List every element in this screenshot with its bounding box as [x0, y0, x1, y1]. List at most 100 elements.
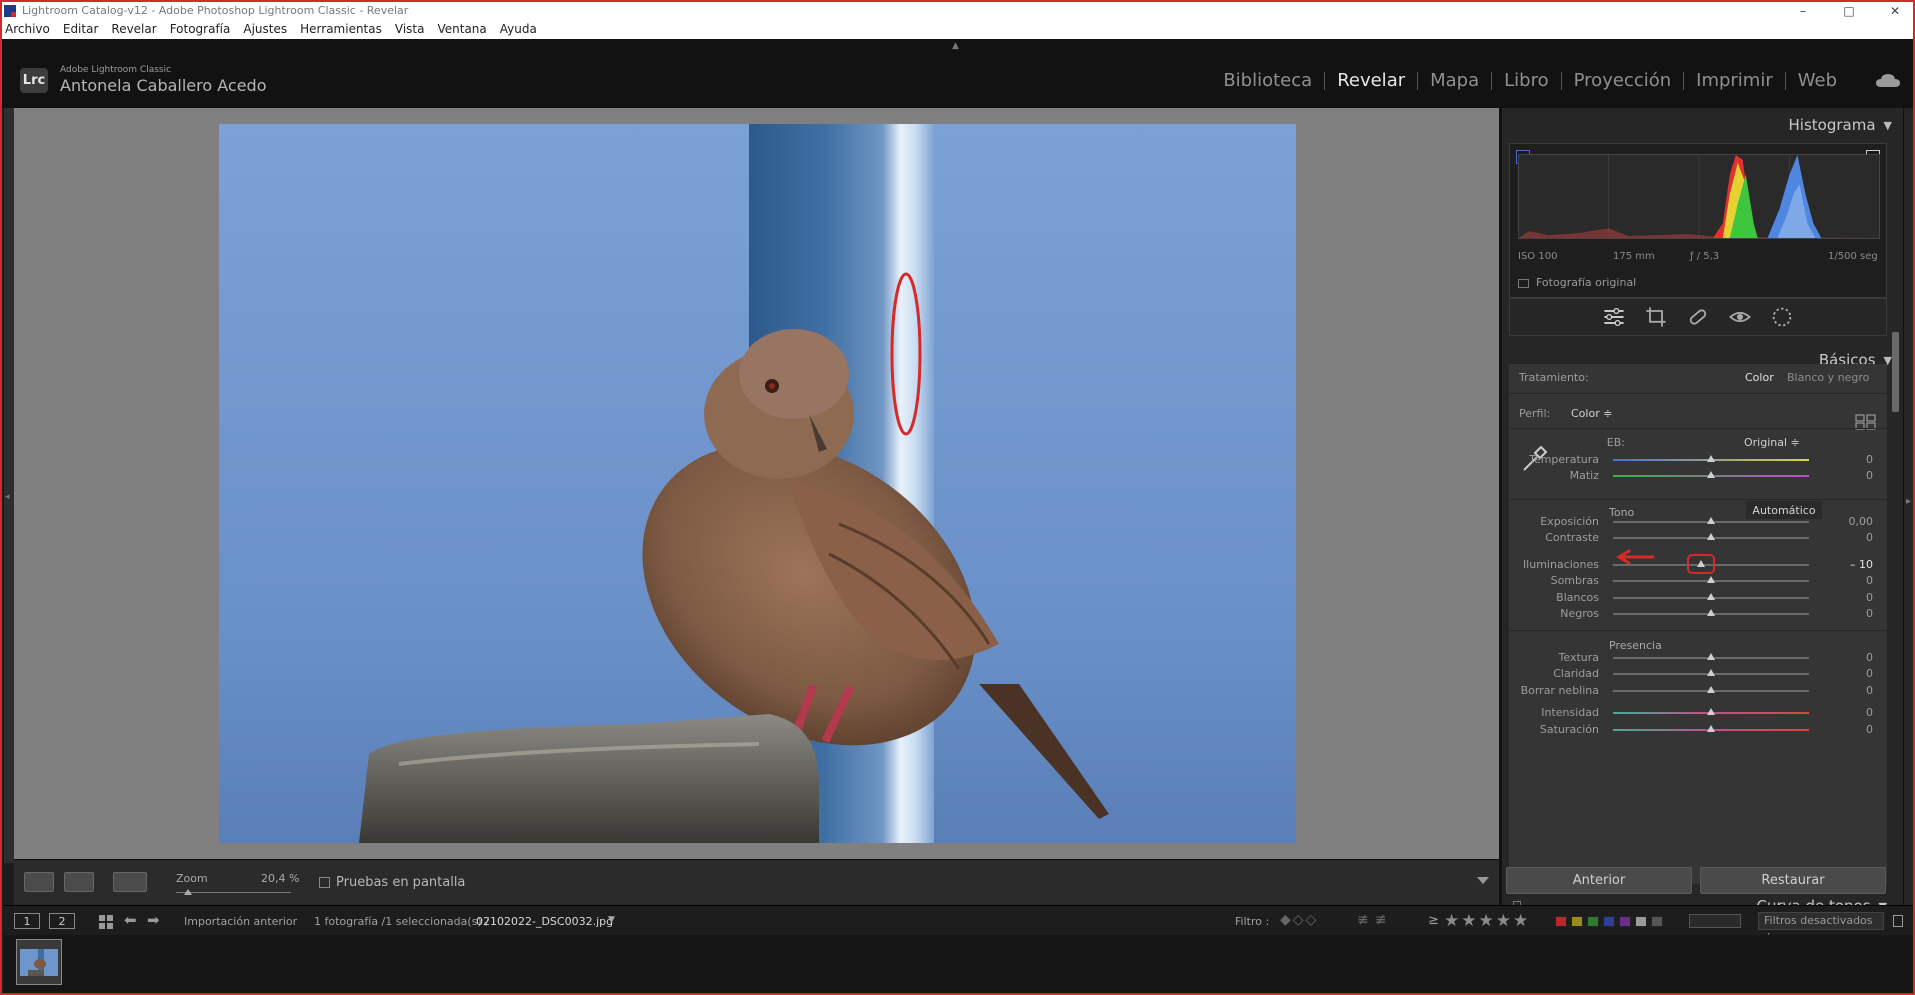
slider-value[interactable]: 0 [1833, 651, 1873, 664]
slider-value[interactable]: 0 [1833, 574, 1873, 587]
left-panel-collapsed[interactable] [4, 108, 14, 863]
source-label[interactable]: Importación anterior [184, 915, 297, 928]
profile-dropdown[interactable]: Color ≑ [1571, 407, 1612, 420]
maximize-button[interactable]: □ [1841, 4, 1857, 18]
module-revelar[interactable]: Revelar [1325, 72, 1419, 90]
slider-thumb[interactable] [1707, 576, 1715, 583]
close-button[interactable]: ✕ [1887, 4, 1903, 18]
label-yellow-swatch[interactable] [1571, 916, 1583, 927]
secondary-display-button[interactable]: 2 [49, 913, 75, 929]
grid-view-icon[interactable] [99, 915, 113, 929]
slider-thumb[interactable] [1707, 686, 1715, 693]
image-view[interactable] [14, 108, 1499, 859]
minimize-button[interactable]: – [1795, 4, 1811, 18]
slider-thumb[interactable] [1707, 593, 1715, 600]
collapse-right-panel-icon[interactable]: ▸ [1906, 496, 1911, 507]
slider-thumb[interactable] [1707, 455, 1715, 462]
slider-thumb[interactable] [1707, 517, 1715, 524]
filename-dropdown-icon[interactable]: ▼ [608, 915, 615, 925]
slider-value[interactable]: 0 [1833, 607, 1873, 620]
slider-value[interactable]: 0 [1833, 453, 1873, 466]
forward-arrow-icon[interactable]: ➡ [147, 911, 160, 929]
expand-left-panel-icon[interactable]: ◂ [5, 492, 10, 502]
lock-icon[interactable] [1893, 915, 1903, 927]
zoom-slider[interactable] [176, 892, 291, 893]
module-proyeccion[interactable]: Proyección [1562, 72, 1685, 90]
slider-thumb[interactable] [1707, 653, 1715, 660]
module-imprimir[interactable]: Imprimir [1684, 72, 1786, 90]
menu-revelar[interactable]: Revelar [111, 22, 156, 36]
filter-presets-dropdown[interactable]: Filtros desactivados ≑ [1758, 912, 1884, 943]
healing-icon[interactable] [1686, 306, 1710, 328]
slider-value[interactable]: 0,00 [1833, 515, 1874, 528]
primary-display-button[interactable]: 1 [14, 913, 40, 929]
label-red-swatch[interactable] [1555, 916, 1567, 927]
crop-icon[interactable] [1644, 306, 1668, 328]
label-green-swatch[interactable] [1587, 916, 1599, 927]
label-blue-swatch[interactable] [1603, 916, 1615, 927]
module-web[interactable]: Web [1786, 72, 1849, 90]
slider-value[interactable]: – 10 [1833, 558, 1873, 571]
module-mapa[interactable]: Mapa [1418, 72, 1493, 90]
previous-button[interactable]: Anterior [1506, 867, 1692, 894]
label-none-swatch[interactable] [1651, 916, 1663, 927]
slider-thumb[interactable] [1707, 708, 1715, 715]
slider-value[interactable]: 0 [1833, 591, 1873, 604]
slider-thumb[interactable] [1707, 471, 1715, 478]
soft-proof-checkbox[interactable] [319, 877, 330, 888]
menu-vista[interactable]: Vista [395, 22, 425, 36]
slider-thumb[interactable] [1707, 609, 1715, 616]
wb-dropdown[interactable]: Original ≑ [1744, 436, 1800, 449]
histogram-graph[interactable] [1518, 154, 1880, 239]
treatment-bw[interactable]: Blanco y negro [1787, 371, 1869, 384]
histogram-title: Histograma [1788, 116, 1876, 134]
zoom-slider-thumb[interactable] [183, 889, 192, 895]
slider-value[interactable]: 0 [1833, 531, 1873, 544]
original-photo-checkbox[interactable] [1518, 279, 1529, 288]
label-purple-swatch[interactable] [1619, 916, 1631, 927]
module-libro[interactable]: Libro [1492, 72, 1562, 90]
right-panel-scrollbar[interactable] [1892, 332, 1899, 412]
toolbar-menu-icon[interactable] [1477, 877, 1489, 884]
rating-operator[interactable]: ≥ [1428, 913, 1439, 928]
mask-icon[interactable] [1770, 306, 1794, 328]
before-after-yy-button[interactable] [113, 872, 147, 892]
kind-filter-icons[interactable] [1689, 914, 1741, 928]
sliders-icon[interactable] [1602, 306, 1626, 328]
back-arrow-icon[interactable]: ⬅ [124, 911, 137, 929]
module-biblioteca[interactable]: Biblioteca [1211, 72, 1326, 90]
slider-thumb[interactable] [1707, 533, 1715, 540]
slider-thumb[interactable] [1707, 669, 1715, 676]
label-custom-swatch[interactable] [1635, 916, 1647, 927]
auto-tone-button[interactable]: Automático [1746, 501, 1822, 519]
menu-archivo[interactable]: Archivo [5, 22, 50, 36]
menu-herramientas[interactable]: Herramientas [300, 22, 382, 36]
loupe-view-button[interactable] [24, 872, 54, 892]
flag-filter-icon[interactable]: ◆◇◇ [1280, 912, 1318, 928]
slider-thumb[interactable] [1707, 725, 1715, 732]
exif-iso: ISO 100 [1518, 251, 1558, 262]
slider-value[interactable]: 0 [1833, 667, 1873, 680]
filename[interactable]: 02102022-_DSC0032.jpg [476, 915, 613, 928]
reset-button[interactable]: Restaurar [1700, 867, 1886, 894]
slider-value[interactable]: 0 [1833, 706, 1873, 719]
menu-ventana[interactable]: Ventana [437, 22, 486, 36]
collapse-icon[interactable]: ▼ [1884, 119, 1892, 132]
filmstrip-thumbnail[interactable] [16, 939, 62, 985]
slider-value[interactable]: 0 [1833, 469, 1873, 482]
edit-filter-icon[interactable]: ≢≢ [1357, 912, 1392, 928]
before-after-lr-button[interactable] [64, 872, 94, 892]
cloud-icon[interactable] [1875, 71, 1901, 91]
redeye-icon[interactable] [1728, 306, 1752, 328]
slider-value[interactable]: 0 [1833, 684, 1873, 697]
collapse-top-panel-icon[interactable]: ▲ [952, 41, 959, 51]
menu-editar[interactable]: Editar [63, 22, 99, 36]
rating-stars[interactable]: ★★★★★ [1444, 911, 1530, 931]
slider-value[interactable]: 0 [1833, 723, 1873, 736]
menu-fotografia[interactable]: Fotografía [170, 22, 231, 36]
menu-ajustes[interactable]: Ajustes [243, 22, 287, 36]
slider-label: Blancos [1556, 591, 1599, 604]
menu-ayuda[interactable]: Ayuda [500, 22, 537, 36]
histogram-header[interactable]: Histograma ▼ [1512, 111, 1892, 139]
treatment-color[interactable]: Color [1745, 371, 1774, 384]
